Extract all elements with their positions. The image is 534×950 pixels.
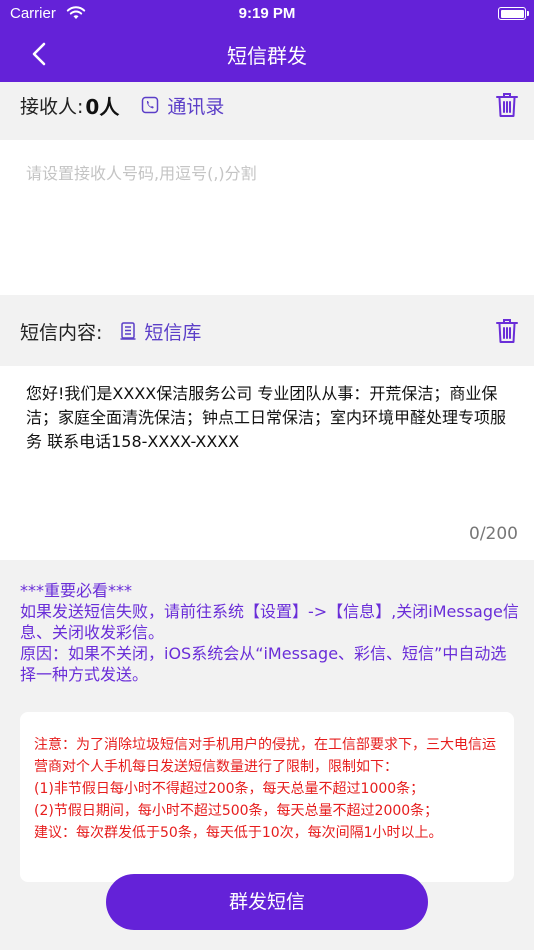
contacts-link[interactable]: 通讯录 [141, 92, 224, 119]
notice-line: 原因：如果不关闭，iOS系统会从“iMessage、彩信、短信”中自动选择一种方… [20, 644, 507, 684]
char-counter: 0/200 [469, 524, 518, 544]
page-title: 短信群发 [227, 44, 307, 68]
trash-icon[interactable] [496, 92, 518, 118]
recipients-input[interactable]: 请设置接收人号码,用逗号(,)分割 [0, 140, 534, 295]
notice-title: ***重要必看*** [20, 581, 133, 600]
phone-book-icon [142, 96, 159, 114]
recipients-placeholder: 请设置接收人号码,用逗号(,)分割 [26, 164, 257, 183]
status-bar: Carrier 9:19 PM [0, 0, 534, 28]
message-label: 短信内容: [20, 321, 103, 344]
status-time: 9:19 PM [238, 5, 296, 22]
recipients-header: 接收人: 0人 通讯录 [0, 82, 534, 128]
message-text: 您好!我们是XXXX保洁服务公司 专业团队从事：开荒保洁；商业保洁；家庭全面清洗… [26, 384, 507, 451]
message-textarea[interactable]: 您好!我们是XXXX保洁服务公司 专业团队从事：开荒保洁；商业保洁；家庭全面清洗… [0, 366, 534, 560]
recipients-count: 0人 [85, 94, 120, 119]
important-notice: ***重要必看*** 如果发送短信失败，请前往系统【设置】->【信息】,关闭iM… [20, 580, 520, 685]
warning-line: (1)非节假日每小时不得超过200条，每天总量不超过1000条； [34, 781, 425, 797]
notice-line: 如果发送短信失败，请前往系统【设置】->【信息】,关闭iMessage信息、关闭… [20, 602, 519, 642]
document-icon [120, 322, 136, 340]
trash-icon[interactable] [496, 318, 518, 344]
contacts-link-label: 通讯录 [167, 95, 225, 118]
warning-line: 建议：每次群发低于50条，每天低于10次，每次间隔1小时以上。 [34, 825, 443, 841]
sms-library-link[interactable]: 短信库 [120, 318, 201, 345]
warning-box: 注意：为了消除垃圾短信对手机用户的侵扰，在工信部要求下，三大电信运营商对个人手机… [20, 712, 514, 882]
battery-icon [498, 7, 529, 20]
warning-line: (2)节假日期间，每小时不超过500条，每天总量不超过2000条； [34, 803, 439, 819]
recipients-label: 接收人: [20, 95, 84, 118]
sms-library-label: 短信库 [144, 321, 202, 344]
nav-bar: 短信群发 [0, 28, 534, 82]
send-button[interactable]: 群发短信 [106, 874, 428, 930]
message-header: 短信内容: 短信库 [0, 308, 534, 354]
warning-line: 注意：为了消除垃圾短信对手机用户的侵扰，在工信部要求下，三大电信运营商对个人手机… [34, 737, 496, 775]
top-bar: Carrier 9:19 PM 短信群发 [0, 0, 534, 82]
